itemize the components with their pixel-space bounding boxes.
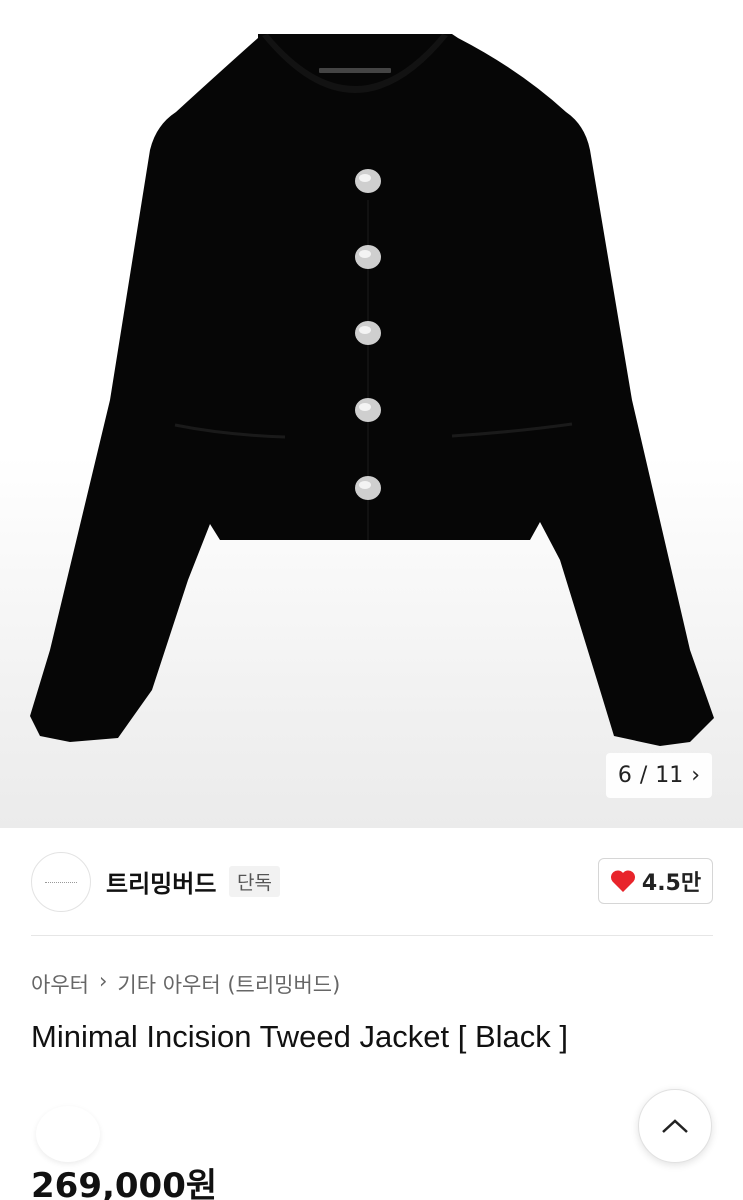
chevron-right-icon: ›	[691, 763, 701, 788]
like-button[interactable]: 4.5만	[598, 858, 713, 904]
image-counter[interactable]: 6 / 11 ›	[606, 753, 712, 798]
product-price: 269,000원	[31, 1166, 218, 1200]
product-image	[30, 34, 714, 746]
breadcrumb: 아우터 › 기타 아우터 (트리밍버드)	[31, 969, 340, 999]
exclusive-badge: 단독	[229, 866, 280, 897]
floating-ghost-button	[36, 1106, 100, 1162]
scroll-to-top-button[interactable]	[638, 1089, 712, 1163]
product-image-gallery[interactable]: 6 / 11 ›	[0, 0, 743, 828]
breadcrumb-category[interactable]: 아우터	[31, 969, 89, 999]
current-image-index: 6	[617, 763, 632, 788]
product-title: Minimal Incision Tweed Jacket [ Black ]	[31, 1019, 568, 1054]
brand-logo[interactable]	[31, 852, 91, 912]
counter-separator: /	[639, 763, 648, 788]
like-count: 4.5만	[641, 871, 702, 896]
brand-logo-mark	[45, 881, 77, 883]
section-divider	[31, 935, 713, 936]
chevron-right-icon: ›	[98, 969, 108, 993]
total-image-count: 11	[655, 763, 684, 788]
brand-name[interactable]: 트리밍버드	[106, 864, 216, 899]
heart-icon	[610, 870, 635, 892]
chevron-up-icon	[662, 1119, 688, 1133]
breadcrumb-subcategory[interactable]: 기타 아우터 (트리밍버드)	[117, 969, 340, 999]
